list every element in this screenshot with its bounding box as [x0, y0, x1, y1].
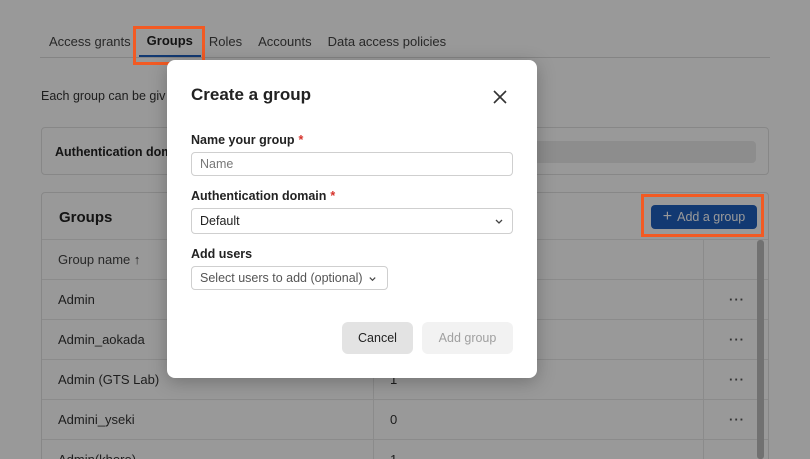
authentication-domain-field-label: Authentication domain *	[191, 189, 335, 203]
dialog-title: Create a group	[191, 85, 311, 104]
chevron-down-icon	[495, 219, 503, 224]
authentication-domain-value: Default	[200, 214, 240, 228]
group-name-input[interactable]: Name	[191, 152, 513, 176]
required-mark: *	[298, 133, 304, 147]
group-name-placeholder: Name	[200, 157, 234, 171]
close-icon[interactable]	[489, 86, 511, 108]
add-users-placeholder: Select users to add (optional)	[200, 271, 363, 285]
group-name-label: Name your group *	[191, 133, 303, 147]
chevron-down-icon	[368, 276, 376, 281]
required-mark: *	[330, 189, 336, 203]
add-users-dropdown[interactable]: Select users to add (optional)	[191, 266, 388, 290]
authentication-domain-dropdown[interactable]: Default	[191, 208, 513, 234]
group-name-label-text: Name your group	[191, 133, 295, 147]
add-group-submit-button[interactable]: Add group	[422, 322, 513, 354]
create-group-dialog: Create a group Name your group * Name Aut…	[167, 60, 537, 378]
authentication-domain-label-text: Authentication domain	[191, 189, 327, 203]
add-users-label: Add users	[191, 247, 253, 261]
cancel-button[interactable]: Cancel	[342, 322, 413, 354]
